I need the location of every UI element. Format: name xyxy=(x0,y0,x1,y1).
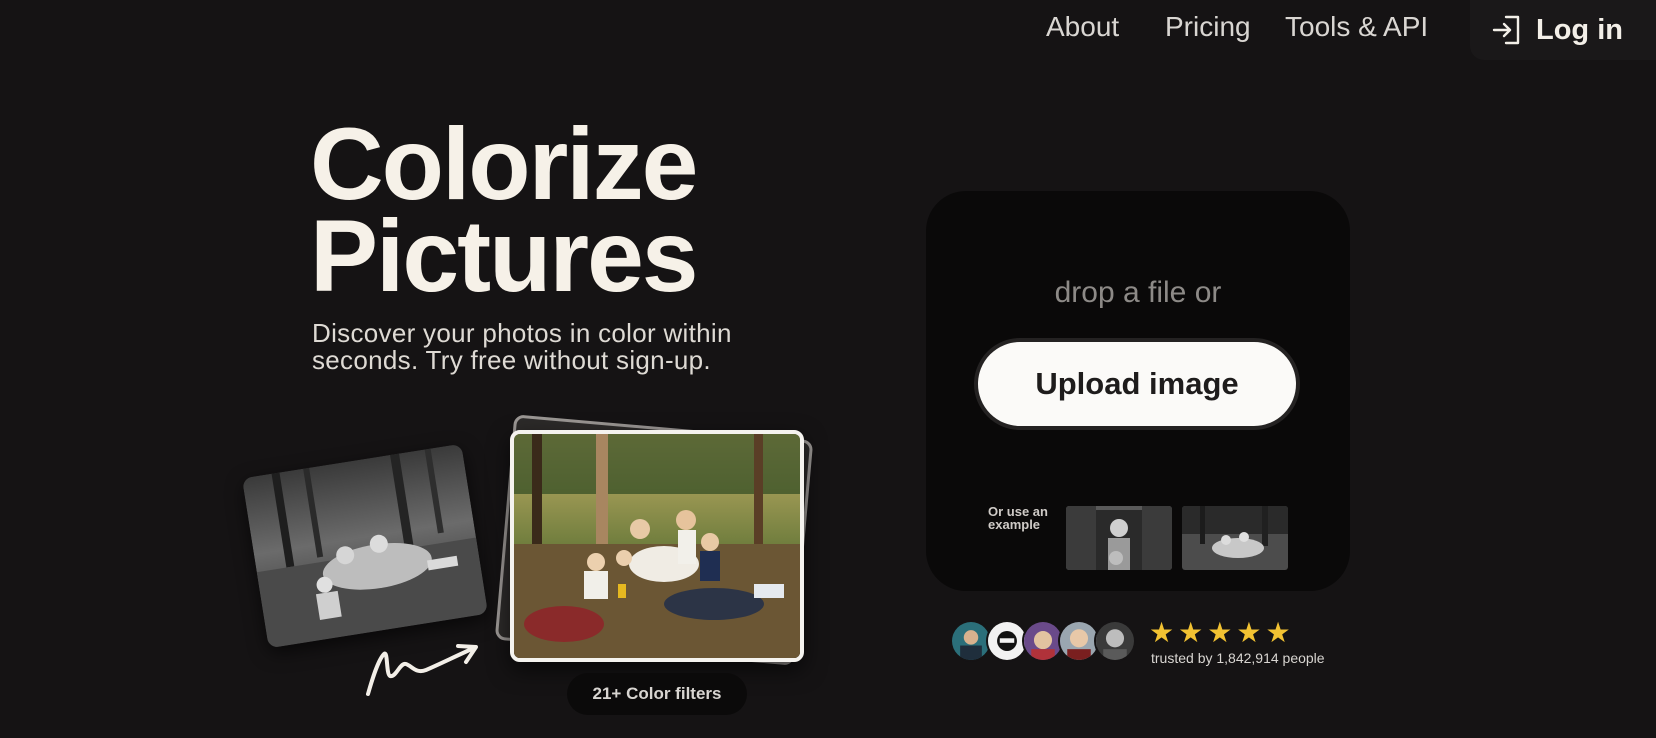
color-filters-badge: 21+ Color filters xyxy=(567,673,747,715)
avatar xyxy=(1094,620,1136,662)
rating-stars: ★ ★ ★ ★ ★ xyxy=(1149,619,1291,647)
hero-title-line-1: Colorize xyxy=(310,107,698,221)
example-label: Or use an example xyxy=(988,504,1048,532)
nav-about-link[interactable]: About xyxy=(1046,11,1119,43)
top-nav: About Pricing Tools & API Log in xyxy=(0,0,1656,60)
hero-title: Colorize Pictures xyxy=(310,107,699,313)
hero-subtitle: Discover your photos in color within sec… xyxy=(312,318,732,375)
star-icon: ★ xyxy=(1178,617,1204,648)
star-icon: ★ xyxy=(1236,617,1262,648)
colorized-sample-photo xyxy=(510,430,804,662)
upload-image-button[interactable]: Upload image xyxy=(974,338,1300,430)
nav-pricing-link[interactable]: Pricing xyxy=(1165,11,1251,43)
example-image-1[interactable] xyxy=(1066,506,1172,570)
login-icon xyxy=(1492,14,1522,46)
login-button[interactable]: Log in xyxy=(1470,0,1656,60)
curved-arrow-icon xyxy=(360,640,484,705)
login-label: Log in xyxy=(1536,13,1623,46)
star-icon: ★ xyxy=(1207,617,1233,648)
black-and-white-sample-photo xyxy=(241,443,489,649)
star-icon: ★ xyxy=(1149,617,1175,648)
star-icon: ★ xyxy=(1265,617,1291,648)
nav-tools-api-link[interactable]: Tools & API xyxy=(1285,11,1428,43)
trusted-count-text: trusted by 1,842,914 people xyxy=(1151,650,1325,666)
example-image-2[interactable] xyxy=(1182,506,1288,570)
drop-file-text: drop a file or xyxy=(1054,276,1222,309)
hero-title-line-2: Pictures xyxy=(310,199,699,313)
user-avatars xyxy=(950,620,1145,664)
